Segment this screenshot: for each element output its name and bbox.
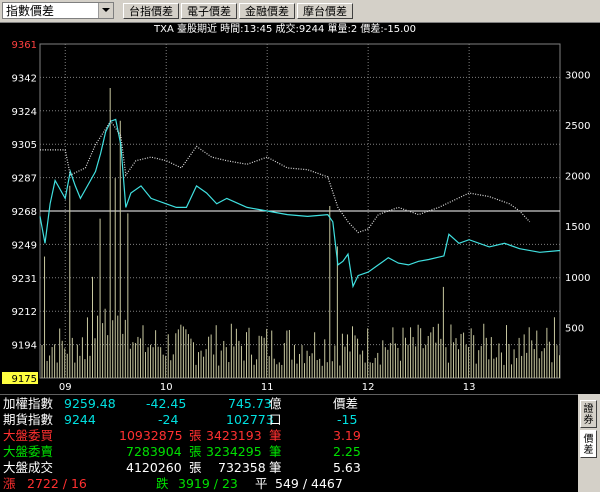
x-tick-label: 11 xyxy=(261,382,274,393)
decliners-value: 3919 / 23 xyxy=(178,476,238,491)
taiex-change: -42.45 xyxy=(146,396,187,411)
traded-count: 732358 xyxy=(218,460,266,475)
y-tick-label: 9175 xyxy=(12,374,37,385)
finance-spread-button[interactable]: 金融價差 xyxy=(239,3,295,19)
side-tabs: 證券 價差 xyxy=(578,394,600,492)
traded-shares: 4120260 xyxy=(126,460,182,475)
y2-tick-label: 1000 xyxy=(565,273,590,284)
y-tick-label: 9287 xyxy=(12,174,37,185)
y-tick-label: 9231 xyxy=(12,274,37,285)
bid-shares: 10932875 xyxy=(119,428,183,443)
unchanged-value: 549 / 4467 xyxy=(275,476,343,491)
taiex-amount: 745.73 xyxy=(228,396,272,411)
bid-ratio: 3.19 xyxy=(333,428,361,443)
taiex-spread-button[interactable]: 台指價差 xyxy=(123,3,179,19)
index-price-line xyxy=(40,120,531,234)
y-tick-label: 9268 xyxy=(12,207,37,218)
bid-shares-unit: 張 xyxy=(189,428,202,443)
spread-value: -15 xyxy=(337,412,358,427)
electronics-spread-button[interactable]: 電子價差 xyxy=(181,3,237,19)
bid-label: 大盤委買 xyxy=(3,428,54,443)
intraday-chart: TXA 臺股期近 時間:13:45 成交:9244 單量:2 價差:-15.00… xyxy=(0,22,600,394)
y-tick-label: 9305 xyxy=(12,140,37,151)
ask-shares: 7283904 xyxy=(126,444,182,459)
msci-spread-button[interactable]: 摩台價差 xyxy=(297,3,353,19)
futures-change: -24 xyxy=(158,412,179,427)
taiex-label: 加權指數 xyxy=(3,396,54,411)
bid-count: 3423193 xyxy=(206,428,262,443)
advancers-label: 漲 xyxy=(3,476,16,491)
futures-volume: 102773 xyxy=(226,412,274,427)
tab-securities[interactable]: 證券 xyxy=(580,400,597,428)
traded-label: 大盤成交 xyxy=(3,460,54,475)
y2-tick-label: 1500 xyxy=(565,222,590,233)
y2-tick-label: 3000 xyxy=(565,70,590,81)
y-tick-label: 9212 xyxy=(12,307,37,318)
decliners-label: 跌 xyxy=(156,476,169,491)
amount-unit: 億 xyxy=(269,396,282,411)
futures-value: 9244 xyxy=(64,412,96,427)
market-info-panel: 加權指數 9259.48 -42.45 745.73 億 價差 期貨指數 924… xyxy=(0,394,578,492)
advancers-value: 2722 / 16 xyxy=(27,476,87,491)
ask-ratio: 2.25 xyxy=(333,444,361,459)
ask-shares-unit: 張 xyxy=(189,444,202,459)
ask-count: 3234295 xyxy=(206,444,262,459)
taiex-value: 9259.48 xyxy=(64,396,116,411)
ask-label: 大盤委賣 xyxy=(3,444,54,459)
unchanged-label: 平 xyxy=(255,476,268,491)
ask-count-unit: 筆 xyxy=(269,444,282,459)
traded-count-unit: 筆 xyxy=(269,460,282,475)
y2-tick-label: 500 xyxy=(565,323,584,334)
y-tick-label: 9361 xyxy=(12,40,37,51)
x-tick-label: 13 xyxy=(463,382,476,393)
chart-type-dropdown[interactable]: 指數價差 xyxy=(2,2,114,19)
y-tick-label: 9194 xyxy=(12,341,37,352)
x-tick-label: 10 xyxy=(160,382,173,393)
chart-header: TXA 臺股期近 時間:13:45 成交:9244 單量:2 價差:-15.00 xyxy=(153,22,416,35)
chevron-down-icon[interactable] xyxy=(98,3,113,18)
y2-tick-label: 2500 xyxy=(565,121,590,132)
volume-unit: 口 xyxy=(269,412,282,427)
traded-shares-unit: 張 xyxy=(189,460,202,475)
y2-tick-label: 2000 xyxy=(565,172,590,183)
traded-ratio: 5.63 xyxy=(333,460,361,475)
y-tick-label: 9324 xyxy=(12,107,37,118)
toolbar: 指數價差 台指價差 電子價差 金融價差 摩台價差 xyxy=(0,0,600,23)
futures-label: 期貨指數 xyxy=(3,412,54,427)
chart-canvas: TXA 臺股期近 時間:13:45 成交:9244 單量:2 價差:-15.00… xyxy=(2,22,590,393)
x-tick-label: 12 xyxy=(362,382,375,393)
volume-bars xyxy=(41,88,560,378)
y-tick-label: 9342 xyxy=(12,73,37,84)
tab-spread[interactable]: 價差 xyxy=(580,430,597,458)
bid-count-unit: 筆 xyxy=(269,428,282,443)
dropdown-value: 指數價差 xyxy=(6,4,55,18)
spread-label: 價差 xyxy=(333,396,359,411)
y-tick-label: 9249 xyxy=(12,240,37,251)
x-tick-label: 09 xyxy=(59,382,72,393)
